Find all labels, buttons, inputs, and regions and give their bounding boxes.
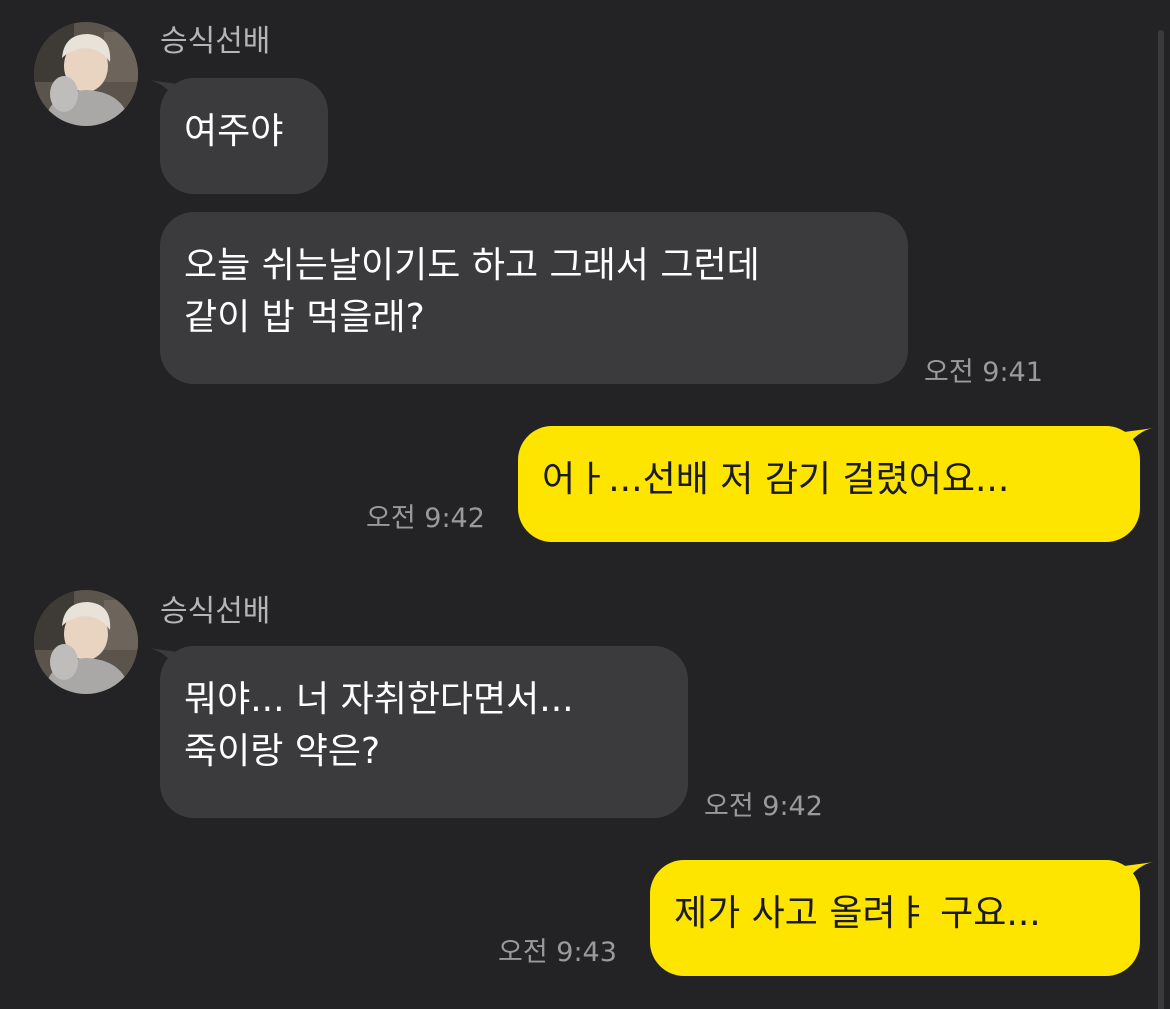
profile-photo-icon	[34, 22, 138, 126]
sender-name: 승식선배	[160, 594, 271, 629]
sender-name: 승식선배	[160, 24, 271, 59]
message-timestamp: 오전 9:42	[366, 503, 485, 534]
bubble-tail	[1124, 428, 1154, 450]
incoming-message-bubble[interactable]: 뭐야... 너 자취한다면서... 죽이랑 약은?	[160, 646, 688, 818]
outgoing-message-bubble[interactable]: 제가 사고 올려ㅑ 구요...	[650, 860, 1140, 976]
message-timestamp: 오전 9:41	[924, 357, 1043, 388]
message-timestamp: 오전 9:43	[498, 937, 617, 968]
chat-view[interactable]: 승식선배 여주야 오늘 쉬는날이기도 하고 그래서 그런데 같이 밥 먹을래? …	[0, 0, 1170, 1009]
incoming-message-bubble[interactable]: 여주야	[160, 78, 328, 194]
outgoing-message-bubble[interactable]: 어ㅏ...선배 저 감기 걸렸어요...	[518, 426, 1140, 542]
incoming-message-bubble[interactable]: 오늘 쉬는날이기도 하고 그래서 그런데 같이 밥 먹을래?	[160, 212, 908, 384]
message-timestamp: 오전 9:42	[704, 791, 823, 822]
profile-photo-icon	[34, 590, 138, 694]
sender-avatar[interactable]	[34, 590, 138, 694]
scrollbar[interactable]	[1158, 30, 1164, 1009]
sender-avatar[interactable]	[34, 22, 138, 126]
bubble-tail	[1124, 862, 1154, 884]
